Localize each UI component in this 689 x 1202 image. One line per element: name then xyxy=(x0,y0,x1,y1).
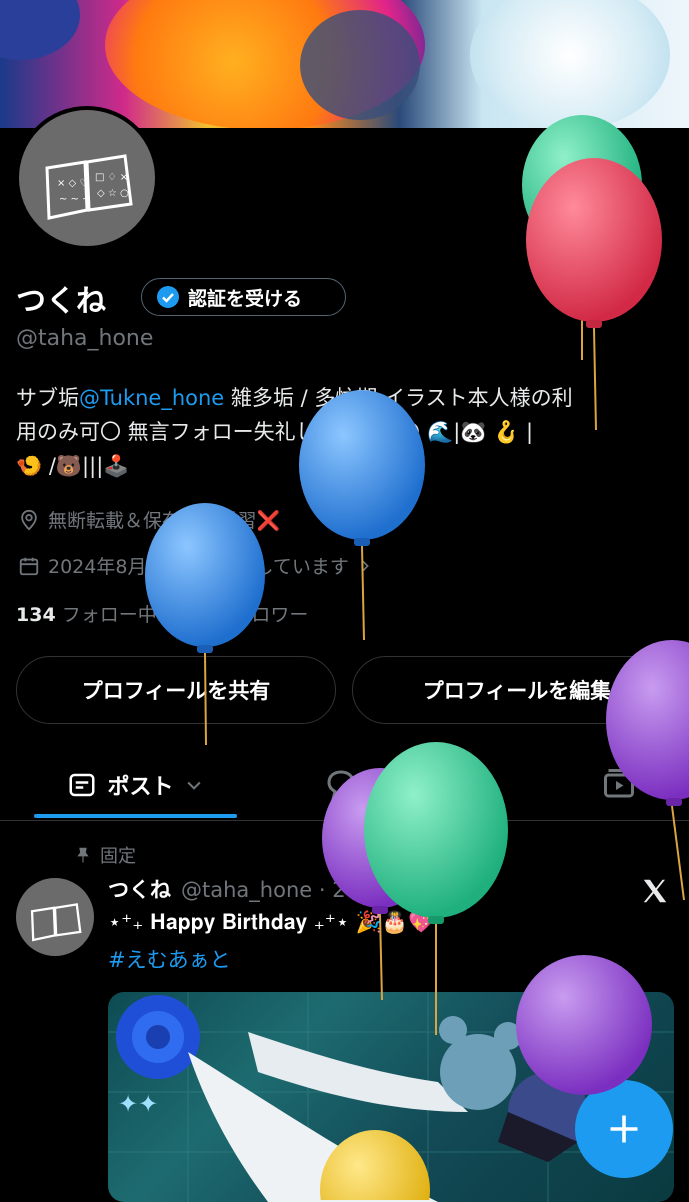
balloon-green-center xyxy=(364,742,508,1035)
balloon-purple-bottom xyxy=(516,955,652,1095)
balloon-blue-left xyxy=(145,503,265,746)
balloon-red xyxy=(526,158,662,431)
balloon-purple-right xyxy=(606,640,689,901)
balloon-blue-center xyxy=(299,390,425,641)
birthday-balloons-overlay xyxy=(145,115,689,1200)
balloon-yellow xyxy=(320,1130,430,1200)
